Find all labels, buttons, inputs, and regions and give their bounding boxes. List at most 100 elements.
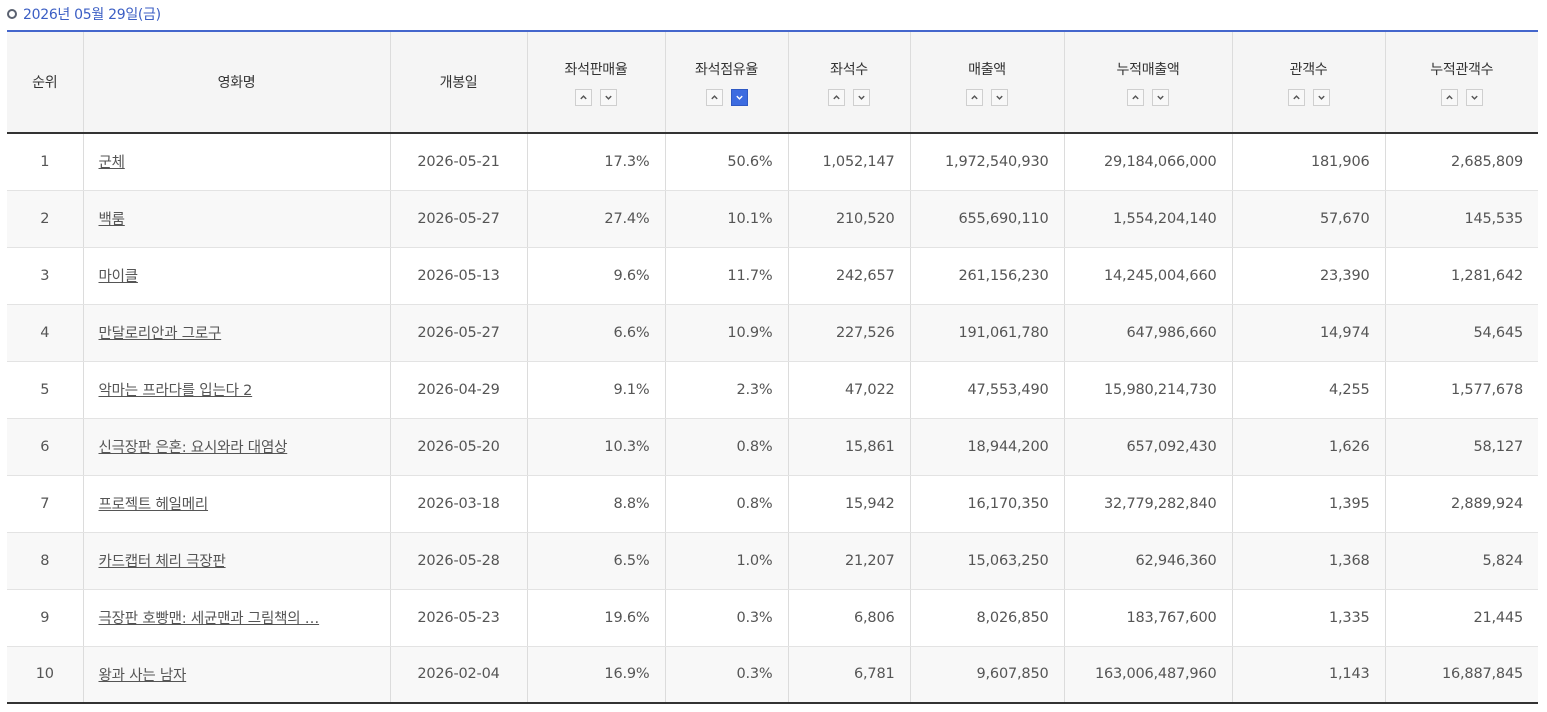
seats-cell: 6,781 xyxy=(787,646,910,704)
chevron-up-icon[interactable] xyxy=(1287,88,1305,106)
cumulative-sales-cell: 29,184,066,000 xyxy=(1063,133,1232,191)
seat-share-cell: 1.0% xyxy=(664,532,788,590)
audience-cell: 1,626 xyxy=(1231,418,1385,476)
seats-cell: 210,520 xyxy=(787,190,910,248)
sales-cell: 18,944,200 xyxy=(909,418,1064,476)
chevron-down-icon[interactable] xyxy=(853,88,870,106)
header-label: 순위 xyxy=(32,75,58,91)
open-date-cell: 2026-05-27 xyxy=(389,190,527,248)
sales-cell: 655,690,110 xyxy=(909,190,1064,248)
chevron-up-icon[interactable] xyxy=(575,88,592,106)
movie-title-link[interactable]: 백룸 xyxy=(99,212,125,228)
chevron-up-icon[interactable] xyxy=(966,88,983,106)
open-date-cell: 2026-05-28 xyxy=(389,532,527,590)
seats-cell: 6,806 xyxy=(787,589,910,647)
header-rank: 순위 xyxy=(7,30,83,134)
movie-title-link[interactable]: 군체 xyxy=(99,155,125,171)
sort-controls xyxy=(1127,88,1169,106)
movie-title-link[interactable]: 만달로리안과 그로구 xyxy=(99,326,222,342)
table-body: 1 군체 2026-05-21 17.3% 50.6% 1,052,147 1,972,54… xyxy=(7,133,1538,704)
table-row: 3 마이클 2026-05-13 9.6% 11.7% 242,657 261,156,23… xyxy=(7,247,1538,305)
header-cell-content: 좌석점유율 xyxy=(666,59,788,106)
header-label: 누적매출액 xyxy=(1116,61,1180,78)
chevron-down-icon[interactable] xyxy=(730,88,748,106)
open-date-cell: 2026-05-21 xyxy=(389,133,527,191)
rank-cell: 7 xyxy=(7,475,83,533)
chevron-down-icon[interactable] xyxy=(991,88,1008,106)
movie-title-link[interactable]: 극장판 호빵맨: 세균맨과 그림책의 … xyxy=(99,611,320,627)
header-sales: 매출액 xyxy=(909,30,1064,134)
seat-sell-rate-cell: 9.6% xyxy=(526,247,665,305)
header-label: 누적관객수 xyxy=(1430,61,1494,78)
header-label: 개봉일 xyxy=(439,75,478,91)
seat-sell-rate-cell: 27.4% xyxy=(526,190,665,248)
table-row: 2 백룸 2026-05-27 27.4% 10.1% 210,520 655,690,11… xyxy=(7,190,1538,248)
header-label: 좌석점유율 xyxy=(695,61,758,78)
movie-title-link[interactable]: 악마는 프라다를 입는다 2 xyxy=(99,383,253,399)
rank-cell: 6 xyxy=(7,418,83,476)
chevron-down-icon[interactable] xyxy=(1465,88,1483,106)
chevron-down-icon[interactable] xyxy=(1312,88,1330,106)
cumulative-audience-cell: 2,889,924 xyxy=(1384,475,1538,533)
seat-share-cell: 0.3% xyxy=(664,589,788,647)
header-open-date: 개봉일 xyxy=(389,30,527,134)
chevron-up-icon[interactable] xyxy=(828,88,845,106)
sort-controls xyxy=(1287,88,1330,106)
chevron-down-icon[interactable] xyxy=(1152,88,1169,106)
table-row: 1 군체 2026-05-21 17.3% 50.6% 1,052,147 1,972,54… xyxy=(7,133,1538,191)
open-date-cell: 2026-04-29 xyxy=(389,361,527,419)
table-row: 4 만달로리안과 그로구 2026-05-27 6.6% 10.9% 227,526 191… xyxy=(7,304,1538,362)
movie-title-link[interactable]: 카드캡터 체리 극장판 xyxy=(99,554,226,570)
sort-controls xyxy=(575,88,617,106)
chevron-up-icon[interactable] xyxy=(1440,88,1458,106)
chevron-up-icon[interactable] xyxy=(1127,88,1144,106)
cumulative-sales-cell: 647,986,660 xyxy=(1063,304,1232,362)
table-row: 7 프로젝트 헤일메리 2026-03-18 8.8% 0.8% 15,942 16,170… xyxy=(7,475,1538,533)
title-cell: 군체 xyxy=(82,133,390,191)
rank-cell: 9 xyxy=(7,589,83,647)
seat-share-cell: 10.9% xyxy=(664,304,788,362)
header-cell-content: 좌석판매율 xyxy=(528,59,665,106)
cumulative-audience-cell: 16,887,845 xyxy=(1384,646,1538,704)
header-seats: 좌석수 xyxy=(787,30,910,134)
table-header: 순위 영화명 개봉일 좌석판매율 좌석점유율 좌석수 매출액 누적매출액 관객수 누적관객수 xyxy=(7,30,1539,134)
title-cell: 만달로리안과 그로구 xyxy=(82,304,390,362)
header-cell-content: 누적관객수 xyxy=(1386,59,1539,106)
seat-share-cell: 50.6% xyxy=(664,133,788,191)
open-date-cell: 2026-05-13 xyxy=(389,247,527,305)
audience-cell: 4,255 xyxy=(1231,361,1385,419)
seat-sell-rate-cell: 16.9% xyxy=(526,646,665,704)
movie-title-link[interactable]: 왕과 사는 남자 xyxy=(99,668,187,684)
sales-cell: 261,156,230 xyxy=(909,247,1064,305)
header-title: 영화명 xyxy=(82,30,390,134)
circle-icon xyxy=(7,9,17,19)
sort-controls xyxy=(828,88,870,106)
cumulative-sales-cell: 32,779,282,840 xyxy=(1063,475,1232,533)
title-cell: 마이클 xyxy=(82,247,390,305)
header-cell-content: 관객수 xyxy=(1233,59,1385,106)
title-cell: 카드캡터 체리 극장판 xyxy=(82,532,390,590)
seat-sell-rate-cell: 10.3% xyxy=(526,418,665,476)
cumulative-audience-cell: 2,685,809 xyxy=(1384,133,1538,191)
chevron-up-icon[interactable] xyxy=(705,88,723,106)
audience-cell: 1,335 xyxy=(1231,589,1385,647)
table-row: 5 악마는 프라다를 입는다 2 2026-04-29 9.1% 2.3% 47,022 4… xyxy=(7,361,1538,419)
sales-cell: 191,061,780 xyxy=(909,304,1064,362)
header-cell-content: 누적매출액 xyxy=(1065,59,1232,106)
movie-title-link[interactable]: 프로젝트 헤일메리 xyxy=(99,497,209,513)
movie-title-link[interactable]: 신극장판 은혼: 요시와라 대염상 xyxy=(99,440,288,456)
audience-cell: 57,670 xyxy=(1231,190,1385,248)
title-cell: 왕과 사는 남자 xyxy=(82,646,390,704)
cumulative-sales-cell: 62,946,360 xyxy=(1063,532,1232,590)
audience-cell: 23,390 xyxy=(1231,247,1385,305)
date-label: 2026년 05월 29일(금) xyxy=(23,7,161,23)
movie-title-link[interactable]: 마이클 xyxy=(99,269,139,285)
sort-controls xyxy=(966,88,1008,106)
header-label: 좌석판매율 xyxy=(564,61,628,78)
title-cell: 프로젝트 헤일메리 xyxy=(82,475,390,533)
chevron-down-icon[interactable] xyxy=(600,88,617,106)
cumulative-audience-cell: 1,281,642 xyxy=(1384,247,1538,305)
seats-cell: 21,207 xyxy=(787,532,910,590)
header-label: 매출액 xyxy=(968,61,1006,78)
sales-cell: 1,972,540,930 xyxy=(909,133,1064,191)
